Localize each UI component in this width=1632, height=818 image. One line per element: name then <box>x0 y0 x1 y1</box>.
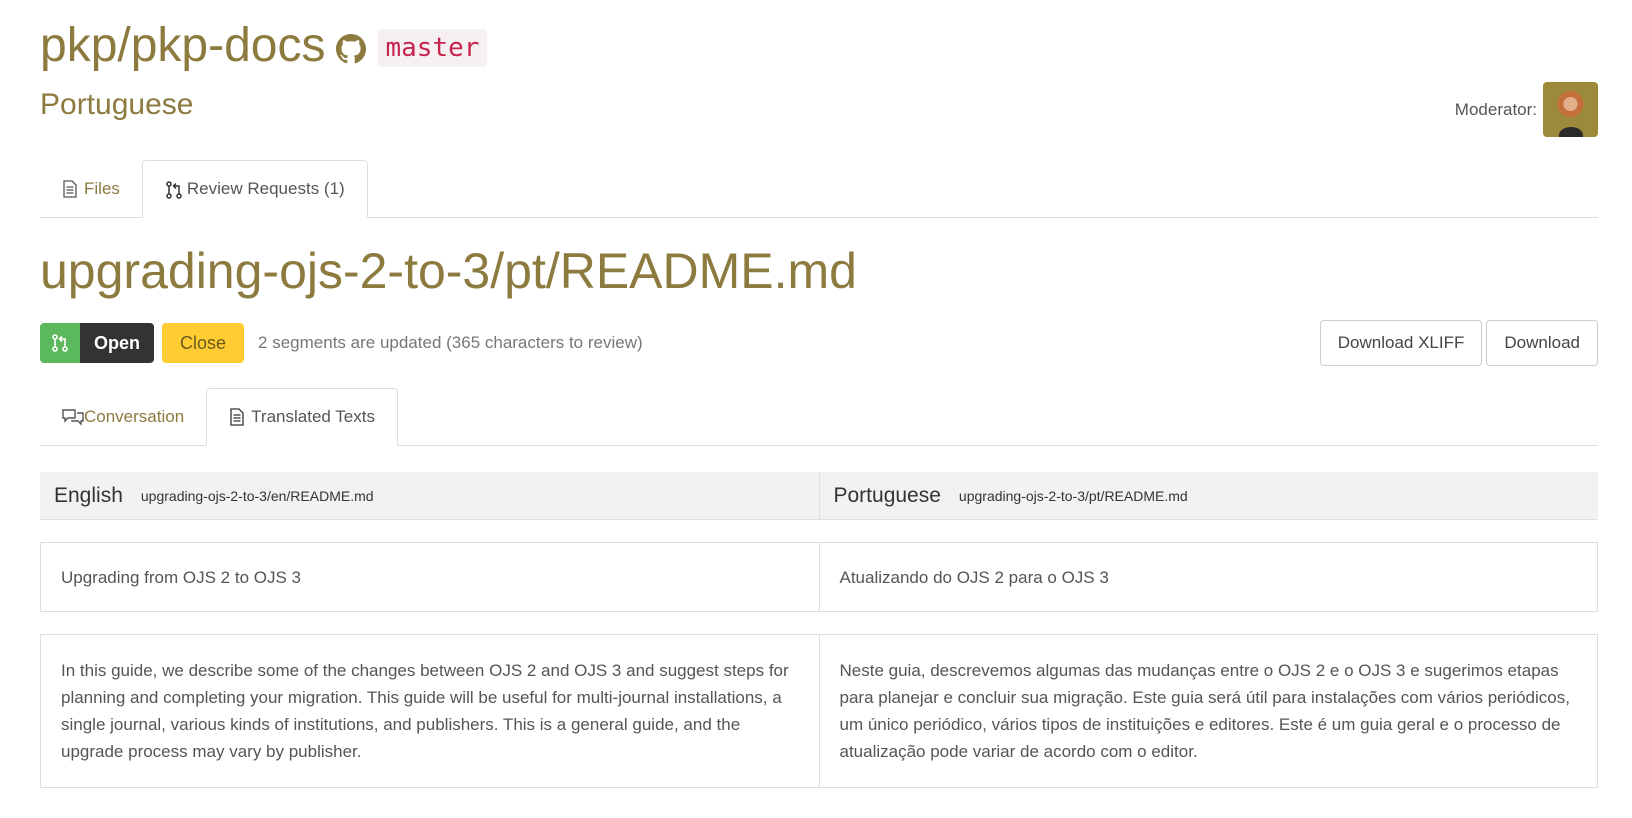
state-label: Open <box>80 323 155 363</box>
moderator-label: Moderator: <box>1454 99 1537 119</box>
target-language: Portuguese <box>833 483 941 507</box>
compare-header: English upgrading-ojs-2-to-3/en/README.m… <box>40 472 1598 520</box>
review-tabs: Conversation Translated Texts <box>40 388 1598 446</box>
tab-review-requests[interactable]: Review Requests (1) <box>141 160 368 218</box>
tab-conversation-label: Conversation <box>84 407 185 426</box>
moderator-avatar[interactable] <box>1543 82 1598 137</box>
comments-icon <box>62 408 84 426</box>
segment-target: Atualizando do OJS 2 para o OJS 3 <box>818 543 1598 611</box>
repo-header: pkp/pkp-docs master <box>40 14 488 78</box>
branch-badge: master <box>377 29 488 67</box>
target-path: upgrading-ojs-2-to-3/pt/README.md <box>958 487 1188 504</box>
segment-source: In this guide, we describe some of the c… <box>61 661 789 761</box>
segment-source: Upgrading from OJS 2 to OJS 3 <box>61 567 301 587</box>
main-tabs: Files Review Requests (1) <box>40 160 1598 218</box>
page: pkp/pkp-docs master Portuguese Moderator… <box>0 0 1632 818</box>
state-icon-box <box>40 323 80 363</box>
status-row: Open Close 2 segments are updated (365 c… <box>40 323 643 363</box>
moderator: Moderator: <box>1455 82 1598 137</box>
close-button[interactable]: Close <box>162 323 245 363</box>
tab-translated-texts[interactable]: Translated Texts <box>206 388 398 446</box>
pull-request-icon <box>52 334 68 352</box>
target-header: Portuguese upgrading-ojs-2-to-3/pt/READM… <box>818 472 1599 519</box>
file-title: upgrading-ojs-2-to-3/pt/README.md <box>40 243 857 299</box>
tab-conversation[interactable]: Conversation <box>40 389 206 445</box>
language-title: Portuguese <box>40 88 194 121</box>
source-header: English upgrading-ojs-2-to-3/en/README.m… <box>40 472 819 519</box>
source-language: English <box>54 483 123 507</box>
segment-row: Upgrading from OJS 2 to OJS 3 Atualizand… <box>40 542 1598 612</box>
pull-request-icon <box>165 180 183 199</box>
download-button[interactable]: Download <box>1486 320 1598 366</box>
file-icon <box>62 180 80 198</box>
state-badge: Open <box>40 323 155 363</box>
tab-files-label: Files <box>84 179 120 198</box>
repo-name-link[interactable]: pkp/pkp-docs <box>40 14 326 78</box>
segment-target: Neste guia, descrevemos algumas das muda… <box>818 635 1598 787</box>
download-group: Download XLIFF Download <box>1319 320 1598 366</box>
github-icon[interactable] <box>335 34 366 64</box>
tab-files[interactable]: Files <box>40 161 142 217</box>
source-path: upgrading-ojs-2-to-3/en/README.md <box>140 487 374 504</box>
tab-review-requests-label: Review Requests (1) <box>186 179 345 198</box>
tab-translated-texts-label: Translated Texts <box>251 407 375 426</box>
segment-row: In this guide, we describe some of the c… <box>40 634 1598 788</box>
file-icon <box>229 408 247 426</box>
status-text: 2 segments are updated (365 characters t… <box>258 333 643 352</box>
download-xliff-button[interactable]: Download XLIFF <box>1319 320 1483 366</box>
